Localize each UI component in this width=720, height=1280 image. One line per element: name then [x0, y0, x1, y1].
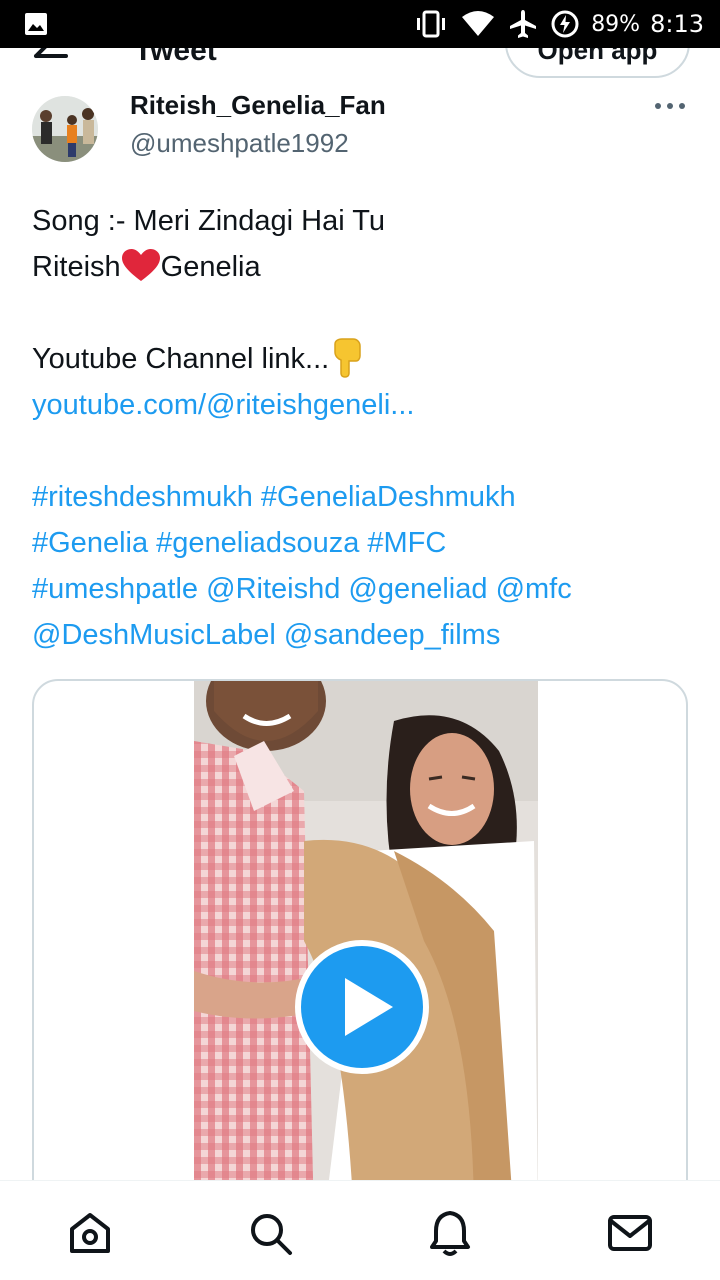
tweet-line: #umeshpatle @Riteishd @geneliad @mfc [32, 566, 692, 612]
back-arrow-icon[interactable] [30, 48, 70, 76]
nav-search[interactable] [246, 1209, 294, 1257]
name-text: Genelia [160, 251, 261, 283]
name-text: Riteish [32, 251, 121, 283]
clock: 8:13 [650, 10, 704, 38]
home-icon [70, 1213, 110, 1253]
hashtag-link[interactable]: #Genelia [32, 527, 148, 559]
pointing-down-hand-icon [334, 338, 361, 378]
wifi-icon [462, 11, 495, 36]
nav-notifications[interactable] [426, 1209, 474, 1257]
mention-link[interactable]: @sandeep_films [284, 619, 500, 651]
search-icon [251, 1214, 292, 1255]
play-icon[interactable] [295, 940, 429, 1074]
hashtag-link[interactable]: #MFC [367, 527, 446, 559]
nav-home[interactable] [66, 1209, 114, 1257]
airplane-mode-icon [510, 10, 537, 38]
hashtag-link[interactable]: #GeneliaDeshmukh [261, 481, 516, 513]
mention-link[interactable]: @mfc [496, 573, 572, 605]
mention-link[interactable]: @Riteishd [206, 573, 340, 605]
battery-charging-icon [551, 10, 579, 38]
battery-percent: 89% [591, 11, 641, 37]
song-title-text: Song :- Meri Zindagi Hai Tu [32, 205, 385, 237]
gallery-icon [25, 13, 47, 35]
tweet-text: Song :- Meri Zindagi Hai Tu Riteish Genel… [32, 198, 692, 658]
avatar[interactable] [32, 96, 98, 162]
tweet-line: Youtube Channel link... [32, 336, 692, 382]
notifications-icon [430, 1211, 470, 1256]
nav-messages[interactable] [606, 1209, 654, 1257]
hashtag-link[interactable]: #geneliadsouza [156, 527, 359, 559]
tweet-line: #Genelia #geneliadsouza #MFC [32, 520, 692, 566]
author-handle[interactable]: @umeshpatle1992 [130, 128, 349, 159]
open-app-button[interactable]: Open app [505, 48, 690, 78]
tweet-line: Song :- Meri Zindagi Hai Tu [32, 198, 692, 244]
messages-icon [608, 1215, 652, 1251]
more-options-icon[interactable] [650, 94, 690, 118]
red-heart-icon [121, 249, 160, 281]
status-bar: 89% 8:13 [0, 0, 720, 48]
page-title: Tweet [134, 48, 217, 67]
video-card[interactable] [32, 679, 688, 1219]
mention-link[interactable]: @DeshMusicLabel [32, 619, 276, 651]
tweet-line: Riteish Genelia [32, 244, 692, 290]
vibrate-icon [417, 10, 446, 38]
tweet-line: @DeshMusicLabel @sandeep_films [32, 612, 692, 658]
youtube-link[interactable]: youtube.com/@riteishgeneli... [32, 389, 414, 421]
tweet-line: youtube.com/@riteishgeneli... [32, 382, 692, 428]
hashtag-link[interactable]: #umeshpatle [32, 573, 198, 605]
author-name[interactable]: Riteish_Genelia_Fan [130, 90, 386, 121]
hashtag-link[interactable]: #riteshdeshmukh [32, 481, 253, 513]
bottom-nav [0, 1180, 720, 1280]
mention-link[interactable]: @geneliad [348, 573, 487, 605]
channel-text: Youtube Channel link... [32, 343, 330, 375]
tweet-line: #riteshdeshmukh #GeneliaDeshmukh [32, 474, 692, 520]
